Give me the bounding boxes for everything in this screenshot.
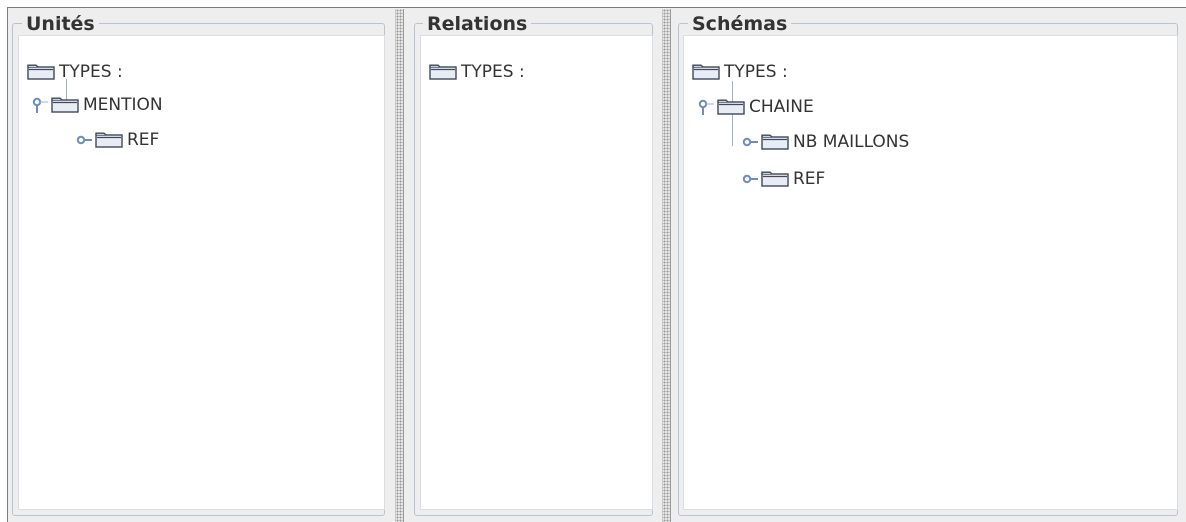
tree-node-label: TYPES :	[724, 62, 788, 82]
panel-unites: Unités TYPES : MENTION REF	[8, 9, 393, 522]
tree-node-label: NB MAILLONS	[793, 132, 910, 152]
tree-node-ref[interactable]: REF	[741, 167, 825, 191]
collapsed-handle-icon[interactable]	[75, 131, 93, 149]
split-pane-divider[interactable]	[395, 9, 404, 522]
relations-tree[interactable]: TYPES :	[420, 35, 653, 510]
panel-schemas-title: Schémas	[688, 13, 792, 35]
split-pane-divider[interactable]	[662, 9, 671, 522]
panel-unites-title: Unités	[22, 13, 99, 35]
folder-icon	[429, 64, 457, 80]
tree-node-nb-maillons[interactable]: NB MAILLONS	[741, 130, 909, 154]
tree-node-label: REF	[793, 169, 826, 189]
folder-icon	[27, 64, 55, 80]
tree-node-chaine[interactable]: CHAINE	[697, 95, 814, 119]
collapsed-handle-icon[interactable]	[741, 170, 759, 188]
folder-icon	[761, 171, 789, 187]
tree-node-ref[interactable]: REF	[75, 128, 159, 152]
panel-relations-title: Relations	[423, 13, 532, 35]
folder-icon	[761, 134, 789, 150]
tree-node-types[interactable]: TYPES :	[429, 60, 525, 84]
tree-node-label: CHAINE	[749, 97, 814, 117]
panel-schemas: Schémas TYPES : CHAINE NB MAILLONS REF	[674, 9, 1186, 522]
folder-icon	[95, 132, 123, 148]
folder-icon	[51, 97, 79, 113]
tree-node-label: REF	[127, 130, 160, 150]
panel-relations: Relations TYPES :	[409, 9, 661, 522]
folder-icon	[717, 99, 745, 115]
unites-tree[interactable]: TYPES : MENTION REF	[18, 35, 385, 510]
expanded-handle-icon[interactable]	[31, 96, 49, 114]
folder-icon	[692, 64, 720, 80]
collapsed-handle-icon[interactable]	[741, 133, 759, 151]
tree-node-mention[interactable]: MENTION	[31, 93, 163, 117]
tree-node-label: TYPES :	[461, 62, 525, 82]
tree-node-label: MENTION	[83, 95, 163, 115]
tree-node-types[interactable]: TYPES :	[692, 60, 788, 84]
tree-node-label: TYPES :	[59, 62, 123, 82]
tree-node-types[interactable]: TYPES :	[27, 60, 123, 84]
expanded-handle-icon[interactable]	[697, 98, 715, 116]
schemas-tree[interactable]: TYPES : CHAINE NB MAILLONS REF	[683, 35, 1178, 510]
